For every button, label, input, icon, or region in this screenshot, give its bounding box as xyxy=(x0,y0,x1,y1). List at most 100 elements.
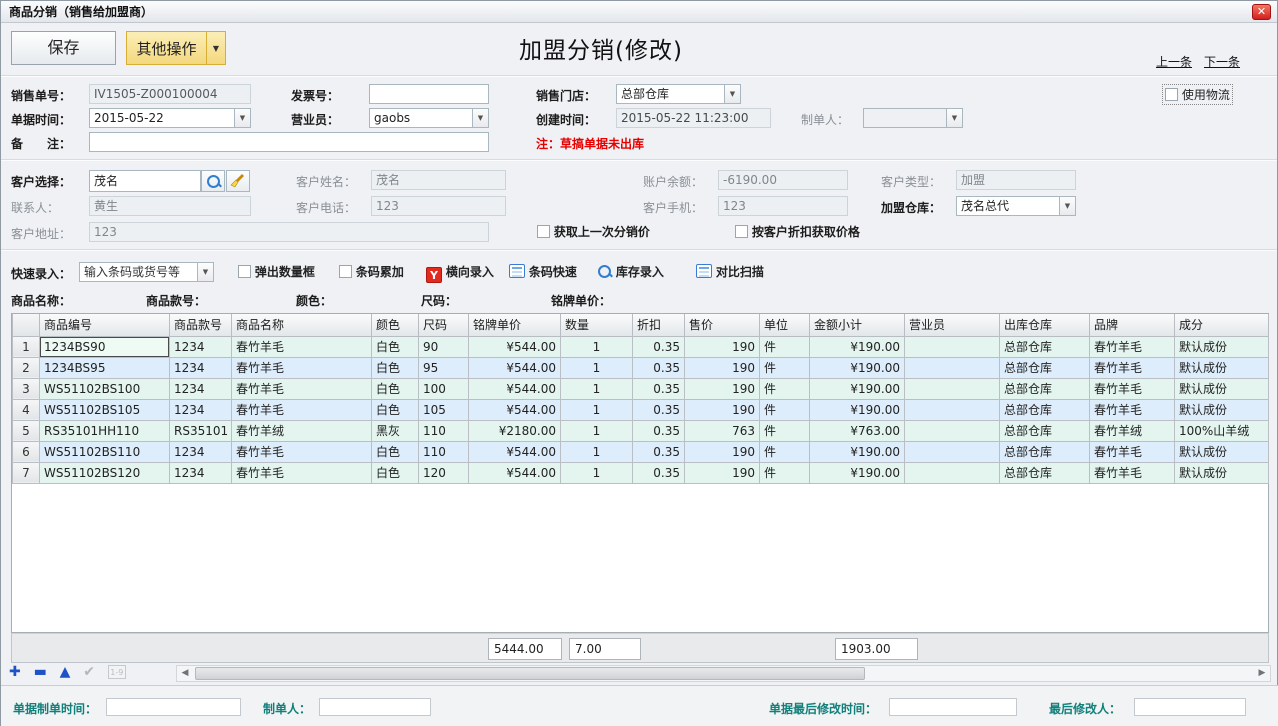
column-header[interactable]: 商品编号 xyxy=(40,314,170,336)
column-header[interactable]: 单位 xyxy=(760,314,810,336)
table-row[interactable]: 7WS51102BS1201234春竹羊毛白色120¥544.0010.3519… xyxy=(13,462,1269,483)
grid-cell[interactable]: RS35101HH110 xyxy=(40,420,170,441)
grid-cell[interactable]: 总部仓库 xyxy=(1000,441,1090,462)
grid-cell[interactable]: 1 xyxy=(561,378,633,399)
grid-cell[interactable]: 总部仓库 xyxy=(1000,462,1090,483)
grid-cell[interactable]: 190 xyxy=(685,378,760,399)
grid-cell[interactable]: 95 xyxy=(419,357,469,378)
stock-entry-button[interactable]: 库存录入 xyxy=(597,263,664,280)
horizontal-scrollbar[interactable]: ◀ ▶ xyxy=(176,665,1271,682)
grid-cell[interactable]: 默认成份 xyxy=(1175,357,1269,378)
grid-cell[interactable]: 4 xyxy=(13,399,40,420)
chevron-down-icon[interactable]: ▼ xyxy=(724,84,741,104)
grid-cell[interactable]: 春竹羊绒 xyxy=(1090,420,1175,441)
checkbox-icon[interactable] xyxy=(339,265,352,278)
grid-cell[interactable]: 春竹羊毛 xyxy=(232,441,372,462)
grid-cell[interactable]: 190 xyxy=(685,357,760,378)
grid-cell[interactable]: 100 xyxy=(419,378,469,399)
grid-cell[interactable]: 105 xyxy=(419,399,469,420)
grid-cell[interactable]: 默认成份 xyxy=(1175,378,1269,399)
checkbox-icon[interactable] xyxy=(238,265,251,278)
grid-cell[interactable]: 春竹羊毛 xyxy=(1090,462,1175,483)
remark-input[interactable] xyxy=(89,132,489,152)
maker-select[interactable]: ▼ xyxy=(863,108,963,128)
quick-entry-combo[interactable]: 输入条码或货号等 ▼ xyxy=(79,262,214,282)
grid-cell[interactable]: 春竹羊毛 xyxy=(1090,441,1175,462)
grid-cell[interactable]: WS51102BS100 xyxy=(40,378,170,399)
grid-cell[interactable]: 春竹羊毛 xyxy=(232,378,372,399)
grid-cell[interactable]: 1234 xyxy=(170,462,232,483)
grid-cell[interactable]: 7 xyxy=(13,462,40,483)
column-header[interactable] xyxy=(13,314,40,336)
grid-cell[interactable]: 0.35 xyxy=(633,441,685,462)
column-header[interactable]: 颜色 xyxy=(372,314,419,336)
add-row-icon[interactable]: ✚ xyxy=(9,664,21,680)
franchise-warehouse-select[interactable]: 茂名总代 ▼ xyxy=(956,196,1076,216)
grid-cell[interactable]: 1234 xyxy=(170,336,232,357)
grid-cell[interactable]: 默认成份 xyxy=(1175,462,1269,483)
grid-cell[interactable]: 总部仓库 xyxy=(1000,336,1090,357)
grid-cell[interactable]: ¥544.00 xyxy=(469,441,561,462)
grid-cell[interactable]: 默认成份 xyxy=(1175,336,1269,357)
compare-scan-button[interactable]: 对比扫描 xyxy=(696,263,764,280)
grid-cell[interactable]: RS35101 xyxy=(170,420,232,441)
next-record-link[interactable]: 下一条 xyxy=(1204,53,1240,70)
grid-cell[interactable]: 1234BS90 xyxy=(40,336,170,357)
chevron-down-icon[interactable]: ▼ xyxy=(234,108,251,128)
get-last-price-checkbox[interactable]: 获取上一次分销价 xyxy=(537,223,650,240)
grid-cell[interactable]: 1 xyxy=(561,399,633,420)
grid-cell[interactable]: 春竹羊毛 xyxy=(232,357,372,378)
checkbox-icon[interactable] xyxy=(735,225,748,238)
grid-cell[interactable]: 总部仓库 xyxy=(1000,399,1090,420)
barcode-accum-checkbox[interactable]: 条码累加 xyxy=(339,263,404,280)
customer-select-input[interactable]: 茂名 xyxy=(89,170,201,192)
grid-cell[interactable]: 白色 xyxy=(372,357,419,378)
grid-cell[interactable]: 白色 xyxy=(372,336,419,357)
grid-cell[interactable]: 1234 xyxy=(170,357,232,378)
grid-cell[interactable]: 1 xyxy=(13,336,40,357)
grid-cell[interactable]: 190 xyxy=(685,336,760,357)
table-row[interactable]: 6WS51102BS1101234春竹羊毛白色110¥544.0010.3519… xyxy=(13,441,1269,462)
grid-cell[interactable]: 0.35 xyxy=(633,378,685,399)
grid-cell[interactable]: 件 xyxy=(760,357,810,378)
grid-cell[interactable]: 白色 xyxy=(372,441,419,462)
grid-cell[interactable]: 0.35 xyxy=(633,357,685,378)
grid-cell[interactable]: ¥190.00 xyxy=(810,357,905,378)
grid-cell[interactable]: ¥544.00 xyxy=(469,378,561,399)
column-header[interactable]: 金额小计 xyxy=(810,314,905,336)
grid-cell[interactable]: 春竹羊毛 xyxy=(232,336,372,357)
grid-cell[interactable]: ¥190.00 xyxy=(810,441,905,462)
column-header[interactable]: 出库仓库 xyxy=(1000,314,1090,336)
grid-cell[interactable]: 总部仓库 xyxy=(1000,378,1090,399)
customer-search-button[interactable] xyxy=(201,170,225,192)
chevron-down-icon[interactable]: ▼ xyxy=(946,108,963,128)
grid-cell[interactable]: 1234 xyxy=(170,378,232,399)
grid-cell[interactable]: 5 xyxy=(13,420,40,441)
grid-cell[interactable]: 1 xyxy=(561,420,633,441)
grid-cell[interactable] xyxy=(905,399,1000,420)
grid-cell[interactable]: 1234 xyxy=(170,399,232,420)
table-row[interactable]: 21234BS951234春竹羊毛白色95¥544.0010.35190件¥19… xyxy=(13,357,1269,378)
grid-cell[interactable]: ¥544.00 xyxy=(469,399,561,420)
grid-cell[interactable] xyxy=(905,462,1000,483)
grid-cell[interactable] xyxy=(905,378,1000,399)
grid-cell[interactable]: 总部仓库 xyxy=(1000,420,1090,441)
barcode-fast-button[interactable]: 条码快速 xyxy=(509,263,577,280)
grid-cell[interactable]: 件 xyxy=(760,399,810,420)
grid-cell[interactable]: 1 xyxy=(561,441,633,462)
grid-cell[interactable]: 件 xyxy=(760,378,810,399)
table-row[interactable]: 3WS51102BS1001234春竹羊毛白色100¥544.0010.3519… xyxy=(13,378,1269,399)
grid-cell[interactable]: 春竹羊毛 xyxy=(1090,399,1175,420)
grid-cell[interactable]: 190 xyxy=(685,399,760,420)
move-up-icon[interactable]: ▲ xyxy=(60,664,71,680)
grid-cell[interactable]: 春竹羊毛 xyxy=(1090,336,1175,357)
grid-cell[interactable]: ¥190.00 xyxy=(810,336,905,357)
grid-cell[interactable]: 0.35 xyxy=(633,399,685,420)
horizontal-entry-button[interactable]: Y 横向录入 xyxy=(426,263,494,283)
table-row[interactable]: 5RS35101HH110RS35101春竹羊绒黑灰110¥2180.0010.… xyxy=(13,420,1269,441)
scroll-left-icon[interactable]: ◀ xyxy=(177,666,193,681)
by-discount-checkbox[interactable]: 按客户折扣获取价格 xyxy=(735,223,860,240)
grid-cell[interactable]: 0.35 xyxy=(633,336,685,357)
grid-cell[interactable] xyxy=(905,357,1000,378)
table-row[interactable]: 11234BS901234春竹羊毛白色90¥544.0010.35190件¥19… xyxy=(13,336,1269,357)
